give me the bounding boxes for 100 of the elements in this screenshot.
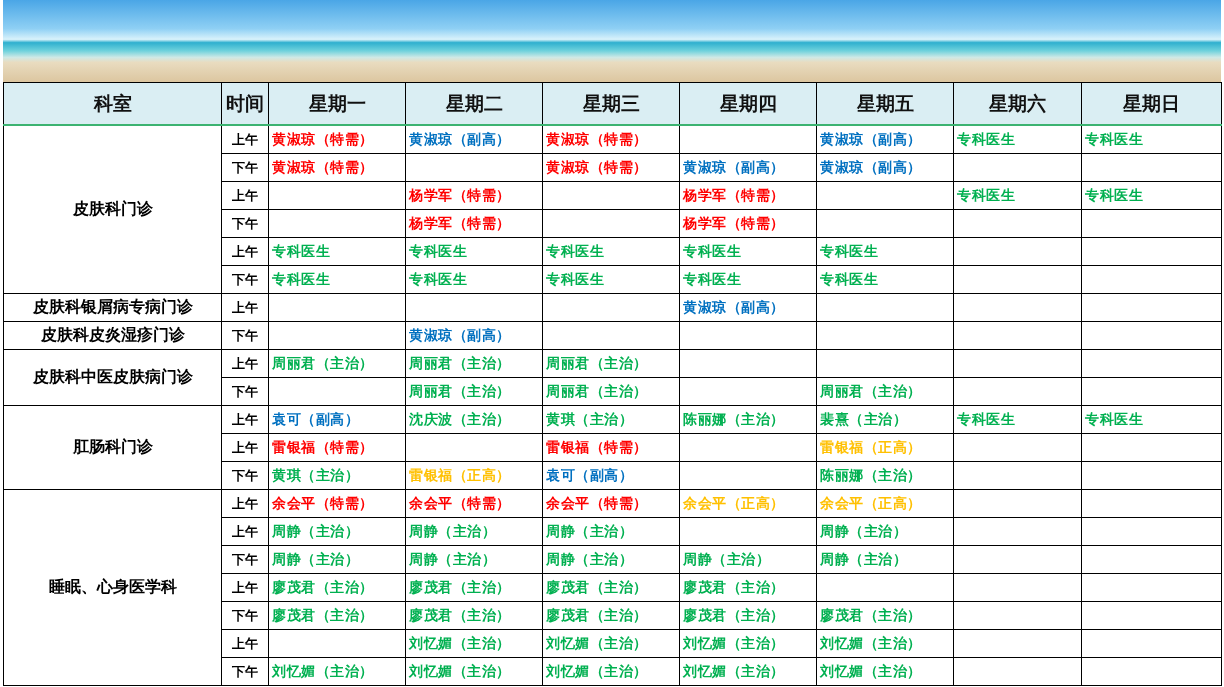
- doctor-entry: 雷银福（特需）: [272, 438, 374, 455]
- doctor-entry: 专科医生: [546, 242, 604, 259]
- column-header: 科室: [3, 82, 222, 125]
- doctor-entry: 周丽君（主治）: [272, 354, 374, 371]
- doctor-entry: 杨学军（特需）: [409, 186, 511, 203]
- doctor-entry: 余会平（特需）: [272, 494, 374, 511]
- department-cell: 皮肤科银屑病专病门诊: [3, 293, 222, 322]
- doctor-entry: 廖茂君（主治）: [546, 578, 648, 595]
- time-cell: 下午: [221, 321, 269, 350]
- time-cell: 上午: [221, 349, 269, 378]
- doctor-entry: 周丽君（主治）: [546, 354, 648, 371]
- doctor-entry: 黄淑琼（特需）: [272, 130, 374, 147]
- doctor-entry: 杨学军（特需）: [683, 214, 785, 231]
- doctor-entry: 专科医生: [820, 270, 878, 287]
- doctor-entry: 刘忆媚（主治）: [409, 634, 511, 651]
- doctor-entry: 黄淑琼（副高）: [683, 298, 785, 315]
- time-cell: 下午: [221, 545, 269, 574]
- doctor-entry: 刘忆媚（主治）: [683, 634, 785, 651]
- doctor-entry: 刘忆媚（主治）: [546, 634, 648, 651]
- column-header: 星期四: [679, 82, 817, 125]
- doctor-entry: 刘忆媚（主治）: [820, 662, 922, 679]
- column-header: 星期五: [816, 82, 954, 125]
- doctor-entry: 陈丽娜（主治）: [683, 410, 785, 427]
- doctor-entry: 廖茂君（主治）: [409, 578, 511, 595]
- doctor-entry: 周静（主治）: [409, 522, 496, 539]
- doctor-entry: 袁可（副高）: [546, 466, 633, 483]
- doctor-entry: 刘忆媚（主治）: [820, 634, 922, 651]
- doctor-entry: 刘忆媚（主治）: [546, 662, 648, 679]
- doctor-entry: 周静（主治）: [546, 522, 633, 539]
- department-cell: 皮肤科中医皮肤病门诊: [3, 349, 222, 406]
- doctor-entry: 廖茂君（主治）: [272, 606, 374, 623]
- doctor-entry: 专科医生: [1085, 410, 1143, 427]
- doctor-entry: 专科医生: [1085, 186, 1143, 203]
- doctor-entry: 杨学军（特需）: [409, 214, 511, 231]
- doctor-entry: 刘忆媚（主治）: [272, 662, 374, 679]
- doctor-entry: 专科医生: [820, 242, 878, 259]
- time-cell: 下午: [221, 377, 269, 406]
- doctor-entry: 黄淑琼（特需）: [546, 130, 648, 147]
- doctor-entry: 黄淑琼（副高）: [820, 158, 922, 175]
- doctor-entry: 杨学军（特需）: [683, 186, 785, 203]
- time-cell: 上午: [221, 181, 269, 210]
- time-cell: 上午: [221, 433, 269, 462]
- time-cell: 下午: [221, 601, 269, 630]
- doctor-entry: 雷银福（正高）: [820, 438, 922, 455]
- doctor-entry: 周静（主治）: [820, 550, 907, 567]
- doctor-entry: 沈庆波（主治）: [409, 410, 511, 427]
- doctor-entry: 廖茂君（主治）: [820, 606, 922, 623]
- department-cell: 肛肠科门诊: [3, 405, 222, 490]
- column-header: 星期三: [542, 82, 680, 125]
- doctor-entry: 黄淑琼（副高）: [409, 130, 511, 147]
- time-cell: 上午: [221, 629, 269, 658]
- time-cell: 上午: [221, 489, 269, 518]
- time-cell: 上午: [221, 517, 269, 546]
- doctor-entry: 余会平（正高）: [820, 494, 922, 511]
- column-header: 星期日: [1081, 82, 1222, 125]
- time-cell: 下午: [221, 657, 269, 686]
- doctor-entry: 周丽君（主治）: [820, 382, 922, 399]
- time-cell: 上午: [221, 125, 269, 154]
- doctor-entry: 专科医生: [409, 270, 467, 287]
- doctor-entry: 廖茂君（主治）: [546, 606, 648, 623]
- column-header: 时间: [221, 82, 269, 125]
- doctor-entry: 黄淑琼（副高）: [820, 130, 922, 147]
- department-cell: 皮肤科门诊: [3, 125, 222, 294]
- doctor-entry: 周丽君（主治）: [409, 354, 511, 371]
- doctor-entry: 雷银福（正高）: [409, 466, 511, 483]
- doctor-entry: 黄琪（主治）: [272, 466, 359, 483]
- doctor-entry: 周丽君（主治）: [409, 382, 511, 399]
- doctor-entry: 余会平（特需）: [546, 494, 648, 511]
- doctor-entry: 专科医生: [957, 130, 1015, 147]
- doctor-entry: 刘忆媚（主治）: [683, 662, 785, 679]
- doctor-entry: 余会平（特需）: [409, 494, 511, 511]
- doctor-entry: 专科医生: [957, 410, 1015, 427]
- doctor-entry: 雷银福（特需）: [546, 438, 648, 455]
- doctor-entry: 专科医生: [272, 242, 330, 259]
- doctor-entry: 袁可（副高）: [272, 410, 359, 427]
- time-cell: 上午: [221, 405, 269, 434]
- doctor-entry: 黄淑琼（副高）: [683, 158, 785, 175]
- doctor-entry: 周静（主治）: [409, 550, 496, 567]
- doctor-entry: 余会平（正高）: [683, 494, 785, 511]
- column-header: 星期二: [405, 82, 543, 125]
- doctor-entry: 刘忆媚（主治）: [409, 662, 511, 679]
- doctor-entry: 周丽君（主治）: [546, 382, 648, 399]
- doctor-entry: 廖茂君（主治）: [272, 578, 374, 595]
- doctor-entry: 专科医生: [1085, 130, 1143, 147]
- time-cell: 下午: [221, 209, 269, 238]
- department-cell: 睡眠、心身医学科: [3, 489, 222, 686]
- doctor-entry: 廖茂君（主治）: [683, 578, 785, 595]
- time-cell: 上午: [221, 573, 269, 602]
- doctor-entry: 黄淑琼（特需）: [272, 158, 374, 175]
- doctor-entry: 廖茂君（主治）: [409, 606, 511, 623]
- doctor-entry: 黄琪（主治）: [546, 410, 633, 427]
- doctor-entry: 裴熹（主治）: [820, 410, 907, 427]
- doctor-entry: 专科医生: [683, 242, 741, 259]
- doctor-entry: 周静（主治）: [683, 550, 770, 567]
- doctor-entry: 周静（主治）: [272, 522, 359, 539]
- time-cell: 下午: [221, 461, 269, 490]
- department-cell: 皮肤科皮炎湿疹门诊: [3, 321, 222, 350]
- doctor-entry: 周静（主治）: [272, 550, 359, 567]
- doctor-entry: 廖茂君（主治）: [683, 606, 785, 623]
- doctor-entry: 黄淑琼（特需）: [546, 158, 648, 175]
